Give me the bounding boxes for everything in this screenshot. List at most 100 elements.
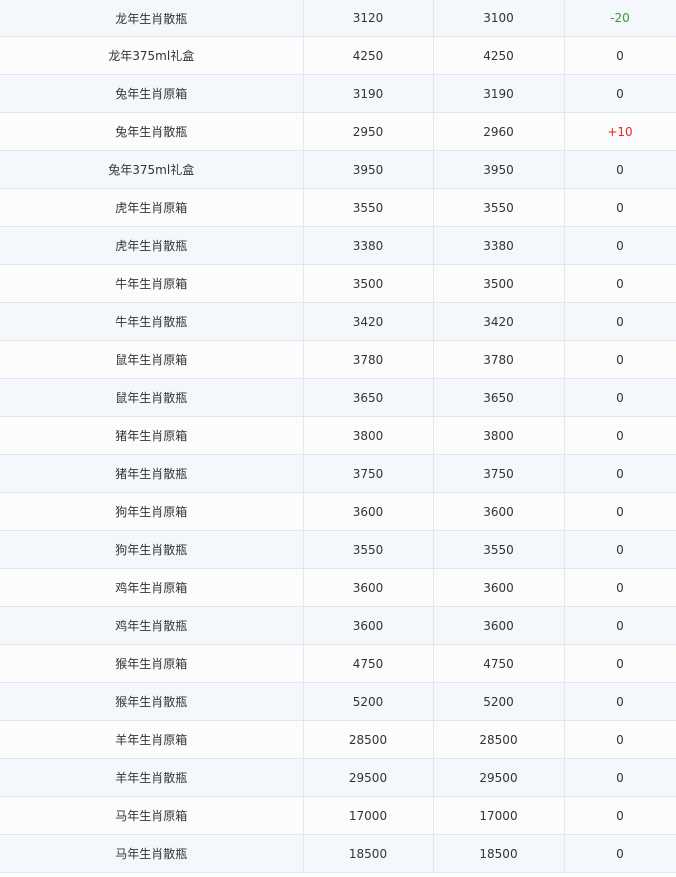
previous-price-cell: 3420 [303, 302, 434, 341]
product-name-cell: 龙年生肖散瓶 [0, 0, 304, 37]
product-name-cell: 羊年生肖原箱 [0, 720, 304, 759]
previous-price-cell: 3800 [303, 416, 434, 455]
table-row: 猴年生肖原箱 4750 4750 0 [0, 644, 676, 683]
price-change-cell: 0 [564, 606, 676, 645]
price-change-cell: 0 [564, 530, 676, 569]
current-price-cell: 3380 [433, 226, 565, 265]
product-name-cell: 狗年生肖散瓶 [0, 530, 304, 569]
current-price-cell: 3100 [433, 0, 565, 37]
product-name-cell: 牛年生肖散瓶 [0, 302, 304, 341]
product-name-cell: 猪年生肖散瓶 [0, 454, 304, 493]
previous-price-cell: 3550 [303, 188, 434, 227]
product-name-cell: 龙年375ml礼盒 [0, 36, 304, 75]
previous-price-cell: 29500 [303, 758, 434, 797]
price-table-body: 龙年生肖散瓶 3120 3100 -20 龙年375ml礼盒 4250 4250 0 兔年生肖原… [0, 0, 676, 873]
price-change-cell: 0 [564, 188, 676, 227]
previous-price-cell: 3600 [303, 492, 434, 531]
current-price-cell: 17000 [433, 796, 565, 835]
product-name-cell: 羊年生肖散瓶 [0, 758, 304, 797]
previous-price-cell: 2950 [303, 112, 434, 151]
table-row: 鸡年生肖散瓶 3600 3600 0 [0, 606, 676, 645]
price-change-cell: -20 [564, 0, 676, 37]
current-price-cell: 3550 [433, 530, 565, 569]
table-row: 鼠年生肖散瓶 3650 3650 0 [0, 378, 676, 417]
current-price-cell: 29500 [433, 758, 565, 797]
table-row: 马年生肖原箱 17000 17000 0 [0, 796, 676, 835]
current-price-cell: 2960 [433, 112, 565, 151]
price-change-cell: 0 [564, 568, 676, 607]
table-row: 狗年生肖散瓶 3550 3550 0 [0, 530, 676, 569]
table-row: 羊年生肖原箱 28500 28500 0 [0, 720, 676, 759]
current-price-cell: 5200 [433, 682, 565, 721]
current-price-cell: 4250 [433, 36, 565, 75]
product-name-cell: 鼠年生肖原箱 [0, 340, 304, 379]
previous-price-cell: 5200 [303, 682, 434, 721]
price-change-cell: 0 [564, 150, 676, 189]
price-change-cell: 0 [564, 302, 676, 341]
current-price-cell: 3780 [433, 340, 565, 379]
current-price-cell: 3600 [433, 568, 565, 607]
current-price-cell: 3950 [433, 150, 565, 189]
previous-price-cell: 3380 [303, 226, 434, 265]
table-row: 猴年生肖散瓶 5200 5200 0 [0, 682, 676, 721]
price-change-cell: 0 [564, 796, 676, 835]
price-change-cell: 0 [564, 264, 676, 303]
current-price-cell: 3420 [433, 302, 565, 341]
previous-price-cell: 3600 [303, 568, 434, 607]
previous-price-cell: 18500 [303, 834, 434, 873]
price-change-cell: 0 [564, 454, 676, 493]
product-name-cell: 马年生肖散瓶 [0, 834, 304, 873]
previous-price-cell: 4250 [303, 36, 434, 75]
table-row: 狗年生肖原箱 3600 3600 0 [0, 492, 676, 531]
previous-price-cell: 3120 [303, 0, 434, 37]
current-price-cell: 3650 [433, 378, 565, 417]
previous-price-cell: 28500 [303, 720, 434, 759]
price-change-cell: 0 [564, 226, 676, 265]
table-row: 猪年生肖原箱 3800 3800 0 [0, 416, 676, 455]
previous-price-cell: 4750 [303, 644, 434, 683]
price-change-cell: +10 [564, 112, 676, 151]
previous-price-cell: 3550 [303, 530, 434, 569]
current-price-cell: 4750 [433, 644, 565, 683]
current-price-cell: 3550 [433, 188, 565, 227]
price-change-cell: 0 [564, 492, 676, 531]
table-row: 虎年生肖散瓶 3380 3380 0 [0, 226, 676, 265]
previous-price-cell: 3950 [303, 150, 434, 189]
product-name-cell: 兔年生肖原箱 [0, 74, 304, 113]
previous-price-cell: 3780 [303, 340, 434, 379]
current-price-cell: 3800 [433, 416, 565, 455]
table-row: 兔年生肖散瓶 2950 2960 +10 [0, 112, 676, 151]
current-price-cell: 28500 [433, 720, 565, 759]
table-row: 龙年生肖散瓶 3120 3100 -20 [0, 0, 676, 37]
current-price-cell: 3750 [433, 454, 565, 493]
table-row: 马年生肖散瓶 18500 18500 0 [0, 834, 676, 873]
table-row: 兔年生肖原箱 3190 3190 0 [0, 74, 676, 113]
product-name-cell: 狗年生肖原箱 [0, 492, 304, 531]
price-change-cell: 0 [564, 74, 676, 113]
price-change-cell: 0 [564, 834, 676, 873]
product-name-cell: 鸡年生肖散瓶 [0, 606, 304, 645]
product-name-cell: 猴年生肖原箱 [0, 644, 304, 683]
price-change-cell: 0 [564, 758, 676, 797]
table-row: 猪年生肖散瓶 3750 3750 0 [0, 454, 676, 493]
price-change-cell: 0 [564, 340, 676, 379]
current-price-cell: 18500 [433, 834, 565, 873]
product-name-cell: 虎年生肖散瓶 [0, 226, 304, 265]
table-row: 牛年生肖原箱 3500 3500 0 [0, 264, 676, 303]
product-name-cell: 鼠年生肖散瓶 [0, 378, 304, 417]
table-row: 龙年375ml礼盒 4250 4250 0 [0, 36, 676, 75]
previous-price-cell: 17000 [303, 796, 434, 835]
table-row: 虎年生肖原箱 3550 3550 0 [0, 188, 676, 227]
product-name-cell: 虎年生肖原箱 [0, 188, 304, 227]
table-row: 羊年生肖散瓶 29500 29500 0 [0, 758, 676, 797]
table-row: 牛年生肖散瓶 3420 3420 0 [0, 302, 676, 341]
product-name-cell: 兔年生肖散瓶 [0, 112, 304, 151]
previous-price-cell: 3750 [303, 454, 434, 493]
price-change-cell: 0 [564, 682, 676, 721]
current-price-cell: 3600 [433, 606, 565, 645]
product-name-cell: 兔年375ml礼盒 [0, 150, 304, 189]
price-table: 龙年生肖散瓶 3120 3100 -20 龙年375ml礼盒 4250 4250 0 兔年生肖原… [0, 0, 676, 873]
table-row: 鸡年生肖原箱 3600 3600 0 [0, 568, 676, 607]
current-price-cell: 3600 [433, 492, 565, 531]
previous-price-cell: 3600 [303, 606, 434, 645]
